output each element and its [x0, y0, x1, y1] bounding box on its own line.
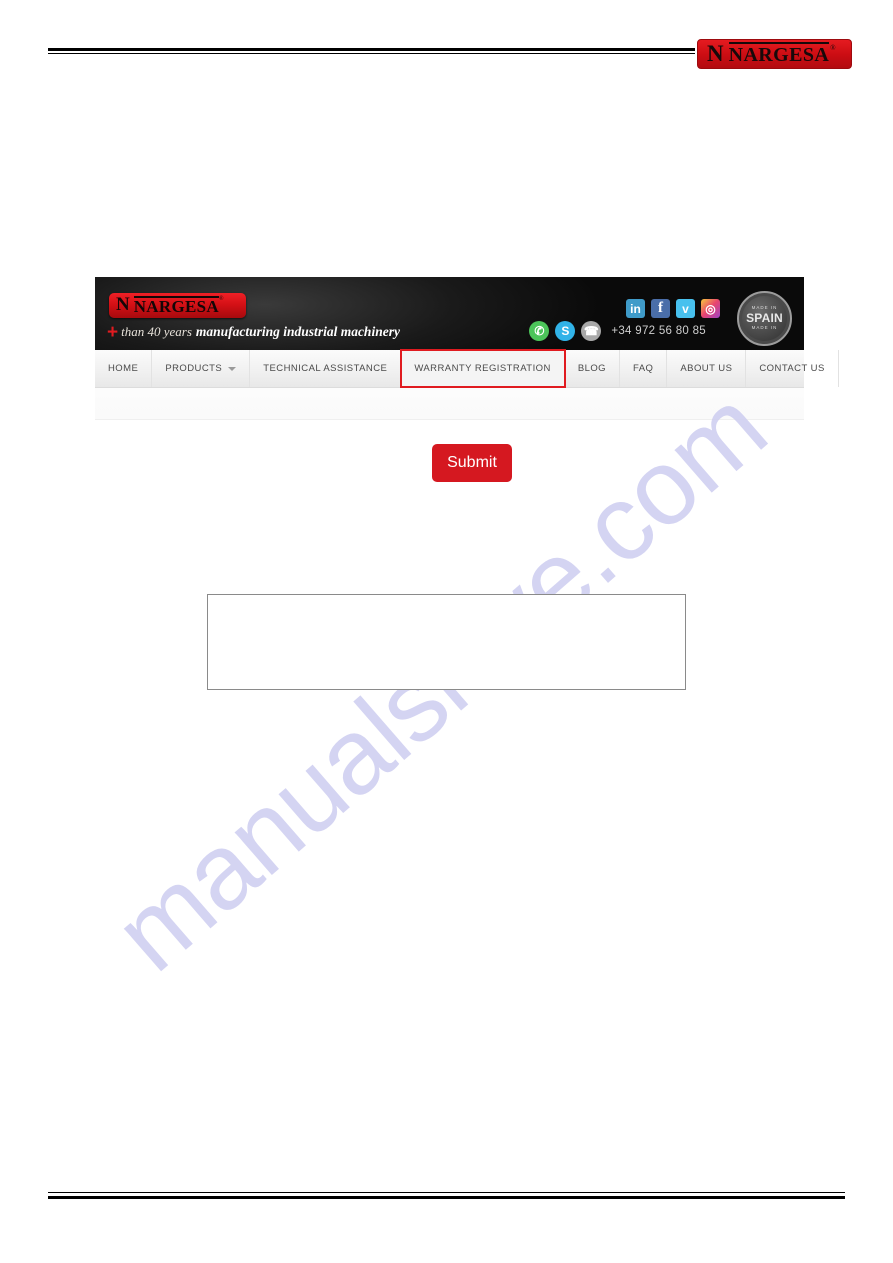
site-main-navigation: HOME PRODUCTS TECHNICAL ASSISTANCE WARRA…: [95, 349, 839, 388]
whatsapp-icon[interactable]: ✆: [529, 321, 550, 341]
rule-thin-line: [48, 53, 695, 54]
submit-button[interactable]: Submit: [432, 444, 512, 482]
nav-item-about-us[interactable]: ABOUT US: [667, 350, 747, 387]
embedded-website-screenshot: N NARGESA ® + than 40 years manufacturin…: [95, 277, 839, 421]
skype-icon[interactable]: S: [555, 321, 576, 341]
facebook-icon[interactable]: f: [651, 299, 670, 318]
social-links-row-secondary: ✆ S ☎ +34 972 56 80 85: [529, 321, 706, 341]
nav-item-contact-us[interactable]: CONTACT US: [746, 350, 839, 387]
nav-item-label: BLOG: [577, 363, 607, 374]
made-in-spain-badge: MADE IN SPAIN MADE IN: [737, 291, 792, 346]
phone-icon[interactable]: ☎: [581, 321, 602, 341]
nav-item-label: HOME: [108, 363, 139, 374]
social-links-row-primary: in f ᴠ ◎: [626, 299, 720, 318]
form-text-area[interactable]: [207, 594, 686, 690]
tagline-plus-icon: +: [107, 322, 119, 343]
contact-phone-number[interactable]: +34 972 56 80 85: [611, 325, 706, 337]
tagline-years: than 40 years: [121, 324, 192, 339]
site-header: N NARGESA ® + than 40 years manufacturin…: [95, 277, 804, 350]
nav-item-label: TECHNICAL ASSISTANCE: [263, 363, 388, 374]
nav-item-label: PRODUCTS: [165, 363, 223, 374]
rule-thick-line: [48, 1196, 845, 1199]
site-brand-wordmark: NARGESA: [133, 295, 219, 316]
nav-item-warranty-registration[interactable]: WARRANTY REGISTRATION: [400, 349, 566, 388]
instagram-icon[interactable]: ◎: [701, 299, 720, 318]
nav-item-label: FAQ: [633, 363, 654, 374]
nav-item-label: WARRANTY REGISTRATION: [414, 363, 551, 374]
nav-item-technical-assistance[interactable]: TECHNICAL ASSISTANCE: [250, 350, 402, 387]
nav-item-faq[interactable]: FAQ: [620, 350, 668, 387]
nav-item-label: CONTACT US: [759, 363, 825, 374]
site-brand-logo[interactable]: N NARGESA ®: [109, 293, 246, 318]
chevron-down-icon: [228, 366, 237, 371]
site-subnav-bar: [95, 388, 804, 420]
site-registered-trademark-icon: ®: [218, 296, 224, 302]
linkedin-icon[interactable]: in: [626, 299, 645, 318]
site-tagline: + than 40 years manufacturing industrial…: [107, 321, 400, 343]
badge-country-text: SPAIN: [746, 310, 783, 325]
site-brand-monogram-icon: N: [116, 294, 130, 315]
nav-item-products[interactable]: PRODUCTS: [152, 350, 251, 387]
registered-trademark-icon: ®: [830, 44, 836, 52]
brand-monogram-icon: N: [707, 40, 724, 66]
brand-wordmark: NARGESA: [728, 42, 830, 66]
nav-item-blog[interactable]: BLOG: [565, 350, 621, 387]
document-bottom-rule: [48, 1192, 845, 1199]
document-top-rule: [48, 48, 695, 54]
twitter-icon[interactable]: ᴠ: [676, 299, 695, 318]
tagline-description: manufacturing industrial machinery: [195, 324, 400, 339]
document-brand-logo: N NARGESA ®: [697, 39, 852, 69]
nav-item-home[interactable]: HOME: [95, 350, 153, 387]
nav-item-label: ABOUT US: [680, 363, 733, 374]
badge-bottom-text: MADE IN: [751, 325, 778, 331]
